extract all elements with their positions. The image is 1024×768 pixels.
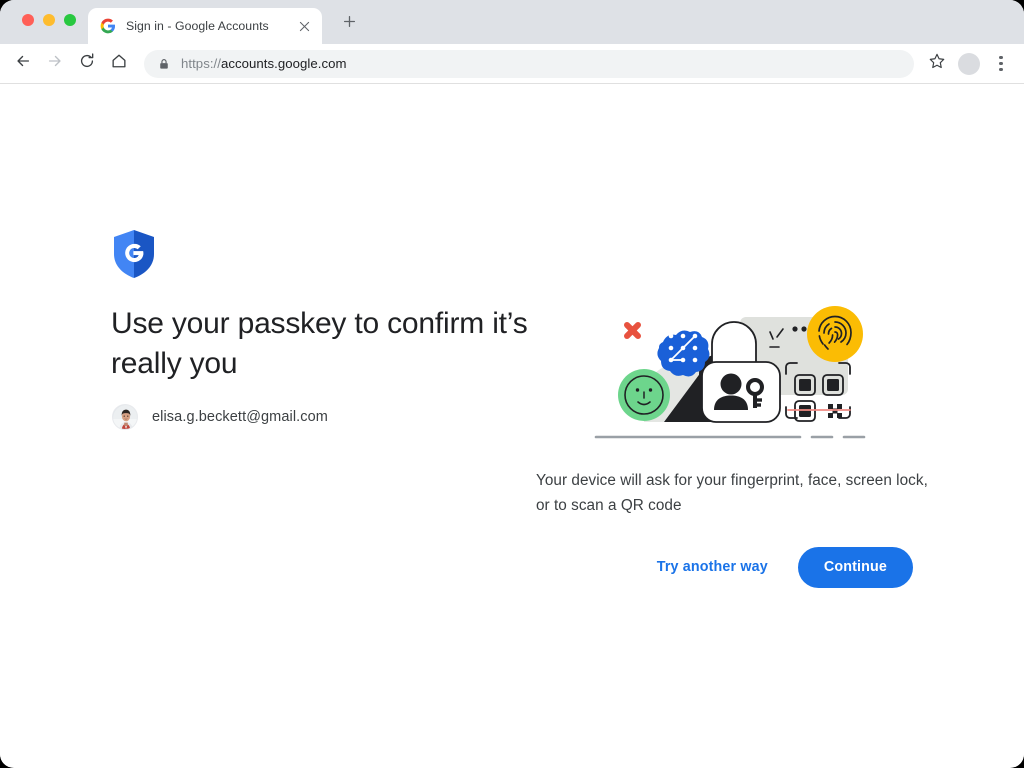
back-button[interactable]	[8, 49, 38, 79]
minimize-window-button[interactable]	[43, 14, 55, 26]
star-icon	[928, 52, 946, 75]
lock-icon	[156, 56, 171, 71]
menu-dot	[999, 62, 1002, 65]
close-window-button[interactable]	[22, 14, 34, 26]
try-another-way-button[interactable]: Try another way	[649, 551, 776, 583]
account-email: elisa.g.beckett@gmail.com	[152, 409, 328, 425]
bookmark-button[interactable]	[922, 49, 952, 79]
url-host: accounts.google.com	[221, 56, 347, 71]
home-button[interactable]	[104, 49, 134, 79]
zoom-window-button[interactable]	[64, 14, 76, 26]
url-text: https://accounts.google.com	[181, 56, 347, 71]
reload-button[interactable]	[72, 49, 102, 79]
forward-button	[40, 49, 70, 79]
account-chip[interactable]: elisa.g.beckett@gmail.com	[112, 403, 328, 431]
menu-dot	[999, 56, 1002, 59]
description-text: Your device will ask for your fingerprin…	[536, 468, 928, 518]
window-traffic-lights	[22, 14, 76, 26]
url-scheme: https://	[181, 56, 221, 71]
avatar	[112, 404, 138, 430]
browser-toolbar: https://accounts.google.com	[0, 44, 1024, 84]
passkey-illustration	[592, 304, 877, 449]
tab-title: Sign in - Google Accounts	[126, 19, 295, 33]
browser-tab[interactable]: Sign in - Google Accounts	[88, 8, 322, 44]
tab-strip: Sign in - Google Accounts	[0, 0, 1024, 44]
continue-button[interactable]: Continue	[798, 547, 913, 588]
arrow-forward-icon	[46, 52, 64, 75]
google-g-icon	[100, 18, 116, 34]
new-tab-button[interactable]	[336, 11, 362, 37]
arrow-back-icon	[14, 52, 32, 75]
browser-window: Sign in - Google Accounts	[0, 0, 1024, 768]
menu-dot	[999, 68, 1002, 71]
three-dot-menu-icon[interactable]	[988, 51, 1014, 77]
reload-icon	[78, 52, 96, 75]
close-icon[interactable]	[295, 17, 313, 35]
action-buttons: Try another way Continue	[536, 547, 913, 587]
home-icon	[110, 52, 128, 75]
google-shield-logo	[112, 229, 156, 279]
page-content: Use your passkey to confirm it’s really …	[0, 84, 1024, 767]
address-bar[interactable]: https://accounts.google.com	[144, 50, 914, 78]
plus-icon	[343, 15, 356, 33]
profile-button[interactable]	[958, 53, 980, 75]
page-title: Use your passkey to confirm it’s really …	[111, 304, 531, 384]
